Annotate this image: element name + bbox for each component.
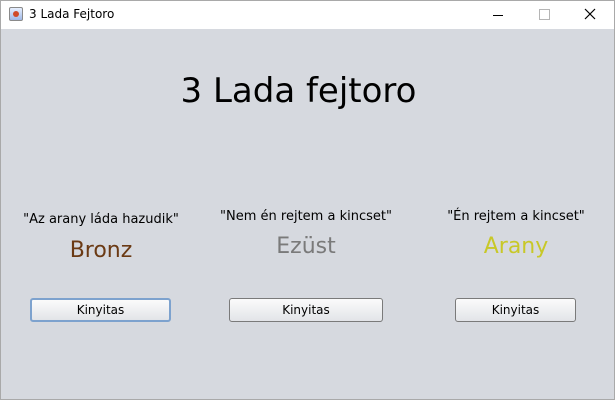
open-silver-button[interactable]: Kinyitas: [229, 298, 383, 322]
content-panel: 3 Lada fejtoro "Az arany láda hazudik" B…: [1, 29, 614, 399]
chest-silver: "Nem én rejtem a kincset" Ezüst: [216, 207, 396, 263]
chest-quote: "Én rejtem a kincset": [447, 209, 585, 224]
java-app-icon: [9, 7, 23, 21]
open-gold-button[interactable]: Kinyitas: [455, 298, 576, 322]
chest-name: Bronz: [69, 238, 133, 263]
chest-bronze: "Az arany láda hazudik" Bronz: [21, 207, 181, 267]
window-title: 3 Lada Fejtoro: [29, 7, 115, 21]
chest-gold: "Én rejtem a kincset" Arany: [441, 207, 591, 263]
close-icon: [584, 8, 596, 20]
maximize-button[interactable]: [521, 1, 567, 29]
chest-name: Arany: [483, 234, 549, 259]
app-window: 3 Lada Fejtoro 3 Lada fejtoro "Az arany …: [0, 0, 615, 400]
page-title: 3 Lada fejtoro: [180, 71, 417, 111]
open-bronze-button[interactable]: Kinyitas: [30, 298, 171, 322]
chest-quote: "Az arany láda hazudik": [23, 212, 179, 227]
chest-name: Ezüst: [276, 234, 336, 259]
chest-quote: "Nem én rejtem a kincset": [220, 209, 392, 224]
minimize-button[interactable]: [475, 1, 521, 29]
title-bar: 3 Lada Fejtoro: [1, 1, 614, 29]
close-button[interactable]: [567, 1, 613, 29]
